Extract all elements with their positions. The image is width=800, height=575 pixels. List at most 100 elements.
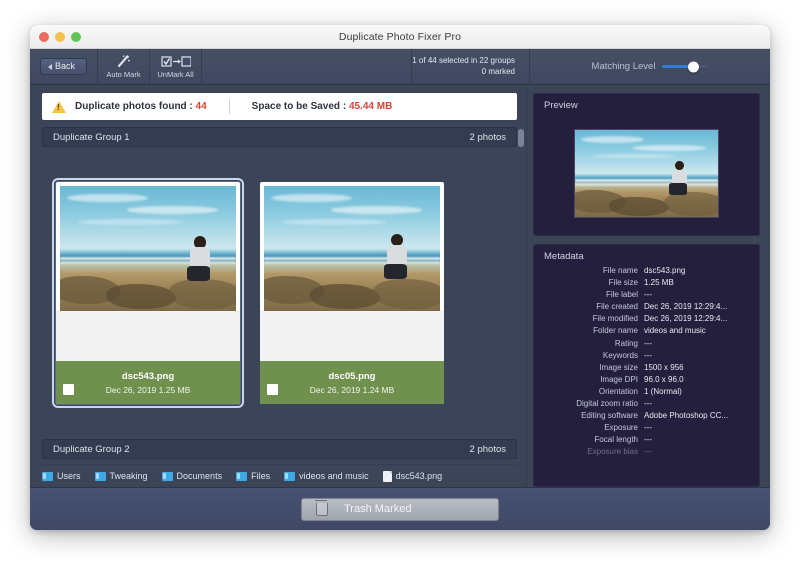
- metadata-key: Image DPI: [600, 375, 638, 384]
- metadata-key: File name: [602, 267, 638, 275]
- chevron-left-icon: [47, 63, 52, 70]
- metadata-row: File label ---: [542, 291, 751, 299]
- metadata-row: Keywords ---: [542, 352, 751, 360]
- metadata-panel: Metadata File name dsc543.png File size 1.…: [533, 244, 760, 487]
- thumbnail-filename: dsc543.png: [121, 370, 175, 382]
- metadata-key: Exposure bias: [587, 448, 638, 457]
- thumbnail-footer: dsc05.png Dec 26, 2019 1.24 MB: [260, 361, 444, 404]
- preview-title: Preview: [544, 100, 578, 111]
- breadcrumb-label: Tweaking: [109, 471, 148, 481]
- auto-mark-button[interactable]: Auto Mark: [98, 49, 150, 84]
- unmark-all-label: UnMark All: [157, 70, 194, 79]
- breadcrumb-item-files[interactable]: Files: [236, 471, 270, 481]
- metadata-key: File modified: [592, 315, 638, 324]
- thumbnail-footer: dsc543.png Dec 26, 2019 1.25 MB: [56, 361, 240, 404]
- thumbnail-blank-area: [260, 311, 444, 361]
- metadata-value: videos and music: [644, 327, 706, 336]
- metadata-key: Orientation: [598, 387, 638, 396]
- metadata-value: 1.25 MB: [644, 279, 674, 288]
- metadata-row: Image DPI 96.0 x 96.0: [542, 376, 751, 384]
- metadata-value: dsc543.png: [644, 267, 686, 275]
- matching-level-slider[interactable]: [662, 61, 709, 72]
- breadcrumb-label: Users: [57, 471, 81, 481]
- metadata-row: Image size 1500 x 956: [542, 364, 751, 372]
- photo-thumbnail[interactable]: dsc05.png Dec 26, 2019 1.24 MB: [260, 182, 444, 404]
- metadata-row: Editing software Adobe Photoshop CC...: [542, 412, 751, 420]
- back-button[interactable]: Back: [39, 58, 87, 75]
- metadata-key: File created: [596, 303, 638, 312]
- breadcrumb-label: dsc543.png: [395, 471, 443, 481]
- scrollbar-thumb[interactable]: [518, 129, 524, 147]
- metadata-value: ---: [644, 351, 652, 360]
- photo-thumbnail[interactable]: dsc543.png Dec 26, 2019 1.25 MB: [52, 178, 244, 408]
- space-saved-text: Space to be Saved : 45.44 MB: [252, 101, 393, 112]
- metadata-key: Rating: [614, 339, 638, 348]
- list-scrollbar[interactable]: [518, 127, 524, 459]
- folder-icon: [94, 471, 106, 481]
- mark-checkbox[interactable]: [267, 384, 278, 395]
- space-saved-value: 45.44 MB: [348, 101, 393, 112]
- selection-status: 1 of 44 selected in 22 groups 0 marked: [412, 49, 530, 84]
- group-2-title: Duplicate Group 2: [53, 443, 130, 455]
- window-footer: Trash Marked: [30, 487, 770, 530]
- metadata-row: Exposure ---: [542, 424, 751, 432]
- breadcrumb-item-videos-and-music[interactable]: videos and music: [284, 471, 369, 481]
- summary-bar: Duplicate photos found : 44 Space to be …: [42, 93, 517, 120]
- main-toolbar: Back Auto Mark UnMark All 1 of 44 select…: [30, 49, 770, 85]
- wand-icon: [116, 54, 131, 69]
- preview-panel: Preview: [533, 93, 760, 236]
- duplicates-found-text: Duplicate photos found : 44: [75, 101, 207, 112]
- metadata-row: File size 1.25 MB: [542, 279, 751, 287]
- app-window: Duplicate Photo Fixer Pro Back Auto Mark…: [30, 25, 770, 530]
- breadcrumb-label: videos and music: [299, 471, 369, 481]
- right-pane: Preview Metadata File name dsc543.png Fi…: [526, 85, 770, 487]
- group-header-2[interactable]: Duplicate Group 2 2 photos: [42, 439, 517, 459]
- mark-checkbox[interactable]: [63, 384, 74, 395]
- duplicate-group-list[interactable]: Duplicate Group 1 2 photos dsc543.png De…: [42, 127, 524, 459]
- metadata-key: Digital zoom ratio: [576, 400, 638, 409]
- back-button-label: Back: [54, 61, 75, 71]
- group-1-photos: dsc543.png Dec 26, 2019 1.25 MB dsc05.pn…: [42, 147, 517, 439]
- metadata-value: ---: [644, 400, 652, 409]
- warning-icon: [52, 100, 66, 113]
- metadata-row: File name dsc543.png: [542, 267, 751, 275]
- screenshot-root: Duplicate Photo Fixer Pro Back Auto Mark…: [0, 0, 800, 575]
- metadata-row: Digital zoom ratio ---: [542, 400, 751, 408]
- group-1-title: Duplicate Group 1: [53, 131, 130, 143]
- breadcrumb-label: Documents: [176, 471, 223, 481]
- metadata-row: Orientation 1 (Normal): [542, 388, 751, 396]
- toolbar-spacer: [202, 49, 413, 84]
- breadcrumb-item-users[interactable]: Users: [42, 471, 81, 481]
- metadata-value: ---: [644, 424, 652, 433]
- duplicates-found-label: Duplicate photos found :: [75, 101, 196, 112]
- slider-thumb[interactable]: [688, 61, 700, 72]
- metadata-value: ---: [644, 436, 652, 445]
- window-title: Duplicate Photo Fixer Pro: [338, 30, 462, 43]
- folder-icon: [284, 471, 296, 481]
- file-icon: [382, 470, 392, 482]
- thumbnail-fileinfo: Dec 26, 2019 1.25 MB: [105, 384, 191, 395]
- breadcrumb-item-tweaking[interactable]: Tweaking: [94, 471, 148, 481]
- thumbnail-image: [264, 186, 440, 311]
- metadata-key: Image size: [599, 363, 638, 372]
- metadata-value: 96.0 x 96.0: [644, 375, 684, 384]
- unmark-all-button[interactable]: UnMark All: [150, 49, 202, 84]
- space-saved-label: Space to be Saved :: [251, 101, 349, 112]
- metadata-key: Editing software: [581, 412, 638, 421]
- preview-image: [574, 128, 719, 218]
- back-button-cell: Back: [30, 49, 98, 84]
- breadcrumb-item-documents[interactable]: Documents: [161, 471, 223, 481]
- metadata-value: ---: [644, 291, 652, 300]
- preview-area: [534, 111, 759, 235]
- trash-icon: [315, 499, 328, 516]
- beach-photo: [575, 129, 718, 217]
- trash-marked-button[interactable]: Trash Marked: [301, 497, 499, 521]
- metadata-value: 1 (Normal): [644, 387, 682, 396]
- group-header-1[interactable]: Duplicate Group 1 2 photos: [42, 127, 517, 147]
- metadata-row: Focal length ---: [542, 436, 751, 444]
- metadata-title: Metadata: [544, 251, 584, 262]
- metadata-value: 1500 x 956: [644, 363, 684, 372]
- metadata-key: File label: [605, 291, 638, 300]
- metadata-rows[interactable]: File name dsc543.png File size 1.25 MB Fil…: [534, 262, 759, 486]
- breadcrumb-item-file[interactable]: dsc543.png: [382, 470, 443, 482]
